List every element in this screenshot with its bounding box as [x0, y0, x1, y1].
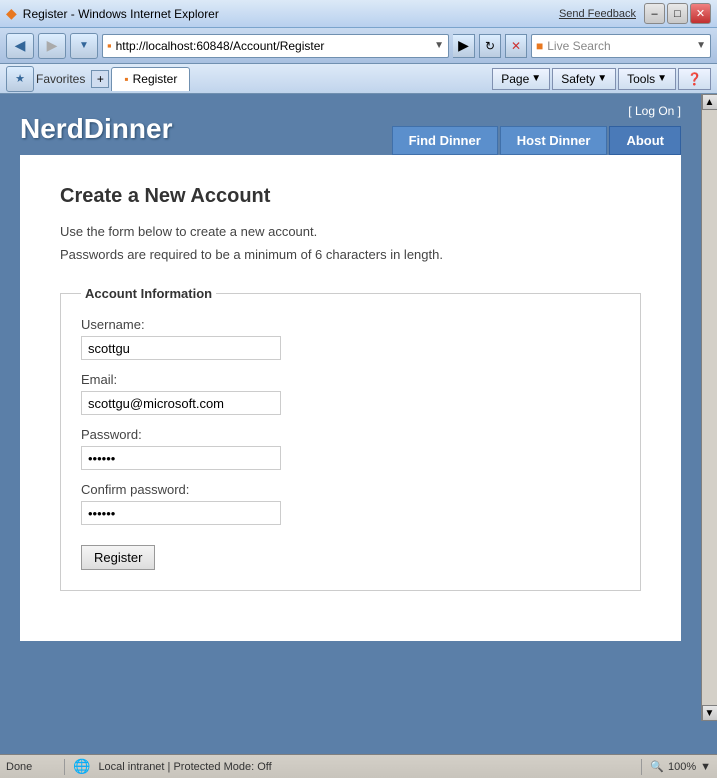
close-button[interactable]: ✕ [690, 3, 711, 24]
confirm-password-label: Confirm password: [81, 482, 620, 497]
account-info-fieldset: Account Information Username: Email: Pas… [60, 286, 641, 591]
content-area: NerdDinner [ Log On ] Find Dinner Host D… [0, 94, 717, 754]
status-divider-2 [641, 759, 642, 775]
go-button[interactable]: ▶ [453, 34, 475, 58]
confirm-password-group: Confirm password: [81, 482, 620, 525]
status-done: Done [6, 761, 56, 773]
status-zoom: 🔍 100% ▼ [650, 760, 711, 773]
find-dinner-button[interactable]: Find Dinner [392, 126, 498, 155]
app-title: NerdDinner [20, 113, 172, 155]
refresh-button[interactable]: ↻ [479, 34, 501, 58]
main-content: Create a New Account Use the form below … [20, 155, 681, 641]
host-dinner-button[interactable]: Host Dinner [500, 126, 608, 155]
back-button[interactable]: ◀ [6, 33, 34, 59]
favorites-label[interactable]: Favorites [36, 72, 85, 86]
about-button[interactable]: About [609, 126, 681, 155]
address-text: http://localhost:60848/Account/Register [116, 39, 432, 53]
forward-button[interactable]: ▶ [38, 33, 66, 59]
tab-icon: ▪ [124, 72, 128, 86]
scroll-down-button[interactable]: ▼ [702, 705, 717, 721]
window-controls: – □ ✕ [644, 3, 711, 24]
page-heading: Create a New Account [60, 185, 641, 208]
username-input[interactable] [81, 336, 281, 360]
email-group: Email: [81, 372, 620, 415]
nav-buttons: Find Dinner Host Dinner About [392, 126, 681, 155]
address-icon: ▪ [107, 38, 112, 53]
live-search-field[interactable]: ■ Live Search ▼ [531, 34, 711, 58]
password-group: Password: [81, 427, 620, 470]
zoom-icon: 🔍 [650, 760, 664, 773]
status-intranet: Local intranet | Protected Mode: Off [98, 761, 633, 773]
page-description: Use the form below to create a new accou… [60, 224, 641, 239]
live-search-text: Live Search [547, 39, 696, 53]
status-divider [64, 759, 65, 775]
minimize-button[interactable]: – [644, 3, 665, 24]
page-button[interactable]: Page ▼ [492, 68, 550, 90]
recent-pages-button[interactable]: ▼ [70, 33, 98, 59]
status-bar: Done 🌐 Local intranet | Protected Mode: … [0, 754, 717, 778]
help-button[interactable]: ❓ [678, 68, 711, 90]
add-tab-button[interactable]: + [91, 70, 109, 88]
confirm-password-input[interactable] [81, 501, 281, 525]
maximize-button[interactable]: □ [667, 3, 688, 24]
safety-button[interactable]: Safety ▼ [552, 68, 616, 90]
password-label: Password: [81, 427, 620, 442]
globe-icon: 🌐 [73, 758, 90, 775]
address-field[interactable]: ▪ http://localhost:60848/Account/Registe… [102, 34, 449, 58]
address-bar: ◀ ▶ ▼ ▪ http://localhost:60848/Account/R… [0, 28, 717, 64]
username-label: Username: [81, 317, 620, 332]
tab-label: Register [133, 72, 178, 86]
register-button[interactable]: Register [81, 545, 155, 570]
favorites-button[interactable]: ★ [6, 66, 34, 92]
tools-button[interactable]: Tools ▼ [618, 68, 676, 90]
stop-button[interactable]: ✕ [505, 34, 527, 58]
register-tab[interactable]: ▪ Register [111, 67, 190, 91]
address-dropdown[interactable]: ▼ [434, 40, 444, 51]
page-note: Passwords are required to be a minimum o… [60, 247, 641, 262]
menu-bar: ★ Favorites + ▪ Register Page ▼ Safety ▼… [0, 64, 717, 94]
ie-icon: ◆ [6, 5, 17, 22]
password-input[interactable] [81, 446, 281, 470]
header-right: [ Log On ] Find Dinner Host Dinner About [392, 104, 681, 155]
zoom-level: 100% [668, 761, 696, 773]
username-group: Username: [81, 317, 620, 360]
fieldset-legend: Account Information [81, 286, 216, 301]
safety-dropdown-arrow: ▼ [597, 73, 607, 84]
scroll-up-button[interactable]: ▲ [702, 94, 717, 110]
scrollbar[interactable]: ▲ ▼ [701, 94, 717, 721]
zoom-dropdown[interactable]: ▼ [700, 761, 711, 773]
email-input[interactable] [81, 391, 281, 415]
email-label: Email: [81, 372, 620, 387]
app-header: NerdDinner [ Log On ] Find Dinner Host D… [0, 94, 701, 155]
live-search-icon: ■ [536, 39, 543, 53]
page-dropdown-arrow: ▼ [531, 73, 541, 84]
footer-space [0, 641, 701, 721]
title-bar: ◆ Register - Windows Internet Explorer S… [0, 0, 717, 28]
live-search-dropdown[interactable]: ▼ [696, 40, 706, 51]
toolbar-buttons: Page ▼ Safety ▼ Tools ▼ ❓ [492, 68, 711, 90]
log-on-link[interactable]: [ Log On ] [628, 104, 681, 118]
send-feedback-link[interactable]: Send Feedback [559, 8, 636, 20]
window-title: Register - Windows Internet Explorer [23, 7, 559, 21]
tools-dropdown-arrow: ▼ [657, 73, 667, 84]
